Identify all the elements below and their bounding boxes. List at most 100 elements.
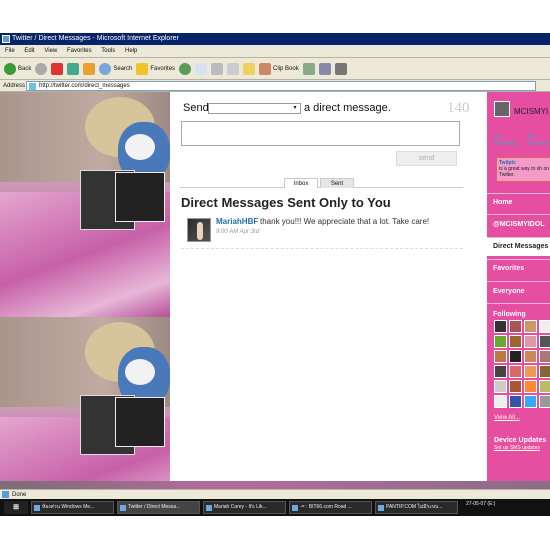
research-icon[interactable]	[318, 62, 331, 75]
mail-icon[interactable]	[195, 62, 208, 75]
following-avatar[interactable]	[509, 350, 522, 363]
favorites-button[interactable]: Favorites	[136, 62, 175, 75]
following-avatar[interactable]	[539, 380, 550, 393]
history-icon[interactable]	[179, 62, 192, 75]
status-text: Done	[12, 492, 27, 498]
sidebar-item-everyone[interactable]: Everyone	[487, 283, 550, 301]
background-photo	[0, 92, 170, 317]
profile-stats: 92 following 55 followers	[494, 134, 550, 148]
following-avatar[interactable]	[539, 365, 550, 378]
background-strip	[0, 481, 550, 489]
following-avatar[interactable]	[539, 395, 550, 408]
refresh-icon[interactable]	[67, 62, 80, 75]
page-done-icon	[2, 491, 9, 498]
direct-message-label: a direct message.	[304, 102, 391, 114]
messenger-icon[interactable]	[302, 62, 315, 75]
taskbar-clock[interactable]: 27-05-07 (E:)	[466, 501, 495, 507]
home-icon[interactable]	[83, 62, 96, 75]
address-label: Address	[3, 83, 26, 89]
following-avatar[interactable]	[524, 320, 537, 333]
clipbook-button[interactable]: Clip Book	[259, 62, 299, 75]
followers-count: 55	[527, 134, 535, 140]
message-text: thank you!!! We appreciate that a lot. T…	[260, 217, 430, 226]
window-title: Twitter / Direct Messages - Microsoft In…	[12, 35, 179, 42]
latest-update-box: Twitpic is a great way to sh on Twitter.	[496, 157, 550, 182]
recipient-select[interactable]: ▾	[208, 103, 301, 114]
search-button[interactable]: Search	[99, 62, 133, 75]
menu-bar: File Edit View Favorites Tools Help	[0, 45, 550, 58]
message-textarea[interactable]	[181, 121, 460, 146]
menu-help[interactable]: Help	[125, 48, 137, 54]
following-avatar[interactable]	[494, 335, 507, 348]
search-label: Search	[113, 65, 133, 72]
following-avatar[interactable]	[539, 350, 550, 363]
view-all-link[interactable]: View All...	[494, 415, 520, 421]
following-avatar[interactable]	[509, 335, 522, 348]
window-titlebar: Twitter / Direct Messages - Microsoft In…	[0, 33, 550, 45]
background-photo-repeat	[0, 317, 170, 489]
extension-icon[interactable]	[334, 62, 347, 75]
tab-inbox[interactable]: Inbox	[284, 178, 318, 188]
browser-toolbar: Back Search Favorites Clip Book	[0, 58, 550, 80]
following-avatar[interactable]	[494, 380, 507, 393]
following-avatar[interactable]	[524, 395, 537, 408]
taskbar-item[interactable]: -= : BIT66.com Road ...	[289, 501, 372, 514]
following-avatar[interactable]	[509, 380, 522, 393]
taskbar-item[interactable]: ห้องส่วน Windows Me...	[31, 501, 114, 514]
following-avatar[interactable]	[494, 365, 507, 378]
following-avatar[interactable]	[539, 335, 550, 348]
followers-label: followers	[527, 141, 550, 147]
following-avatar[interactable]	[509, 365, 522, 378]
following-avatar-grid	[494, 320, 550, 415]
clipbook-label: Clip Book	[273, 65, 299, 72]
send-button[interactable]: send	[396, 151, 457, 166]
menu-tools[interactable]: Tools	[101, 48, 115, 54]
back-button[interactable]: Back	[4, 62, 31, 75]
following-avatar[interactable]	[494, 350, 507, 363]
tab-sent[interactable]: Sent	[320, 178, 354, 188]
following-avatar[interactable]	[524, 350, 537, 363]
print-icon[interactable]	[211, 62, 224, 75]
following-avatar[interactable]	[494, 320, 507, 333]
following-avatar[interactable]	[494, 395, 507, 408]
message-tabs: Inbox Sent	[180, 178, 463, 188]
sender-username-link[interactable]: MariahHBF	[216, 217, 258, 226]
send-label: Send	[183, 102, 209, 114]
following-avatar[interactable]	[524, 380, 537, 393]
following-stat[interactable]: 92 following	[494, 134, 517, 148]
address-input[interactable]: http://twitter.com/direct_messages	[26, 81, 536, 91]
ie-app-icon	[2, 35, 10, 43]
menu-favorites[interactable]: Favorites	[67, 48, 92, 54]
menu-view[interactable]: View	[44, 48, 57, 54]
clipbook-icon	[259, 62, 272, 75]
edit-icon[interactable]	[227, 62, 240, 75]
start-button[interactable]: ⊞	[4, 501, 28, 514]
menu-file[interactable]: File	[5, 48, 15, 54]
device-updates-link[interactable]: Set up SMS updates	[494, 445, 540, 451]
menu-edit[interactable]: Edit	[24, 48, 34, 54]
sidebar-item-home[interactable]: Home	[487, 194, 550, 212]
sidebar-item-favorites[interactable]: Favorites	[487, 260, 550, 278]
taskbar-item-active[interactable]: Twitter / Direct Messa...	[117, 501, 200, 514]
chevron-down-icon: ▾	[293, 105, 297, 111]
message-timestamp[interactable]: 9:00 AM Apr 3rd	[216, 229, 259, 235]
sidebar-item-direct-messages[interactable]: Direct Messages	[487, 238, 550, 256]
folder-icon[interactable]	[243, 62, 256, 75]
taskbar-item[interactable]: Mariah Carey - It's Lik...	[203, 501, 286, 514]
following-avatar[interactable]	[509, 320, 522, 333]
following-avatar[interactable]	[524, 365, 537, 378]
page-favicon-icon	[29, 83, 36, 90]
following-avatar[interactable]	[524, 335, 537, 348]
star-icon	[136, 62, 149, 75]
followers-stat[interactable]: 55 followers	[527, 134, 550, 148]
profile-name[interactable]: MCISMYI	[514, 107, 548, 116]
following-avatar[interactable]	[509, 395, 522, 408]
sidebar-item-replies[interactable]: @MCISMYIDOL	[487, 216, 550, 234]
forward-arrow-icon[interactable]	[35, 62, 48, 75]
following-avatar[interactable]	[539, 320, 550, 333]
stop-icon[interactable]	[51, 62, 64, 75]
sender-avatar[interactable]	[187, 218, 211, 242]
profile-avatar[interactable]	[494, 101, 510, 117]
taskbar-item[interactable]: PANTIP.COM ไม่มีระบบ...	[375, 501, 458, 514]
status-bar: Done	[0, 489, 550, 499]
